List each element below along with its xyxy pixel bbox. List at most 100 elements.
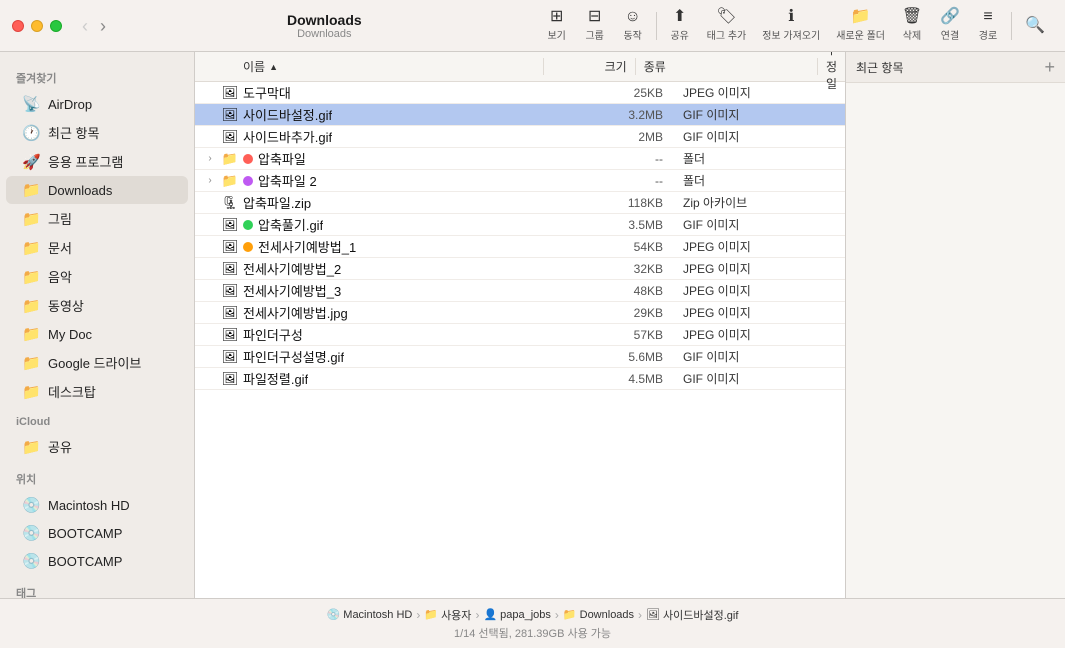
sidebar-item-apps[interactable]: 🚀 응용 프로그램 [6,147,188,176]
sidebar-item-macintosh[interactable]: 💿 Macintosh HD [6,491,188,519]
file-name: 파인더구성 [243,325,303,344]
new-folder-button[interactable]: 📁 새로운 폴더 [829,6,892,45]
table-row[interactable]: 🖼파인더구성설명.gif5.6MBGIF 이미지오늘 오전 5:31 [195,346,845,368]
breadcrumb-separator: › [475,608,479,622]
right-panel-add-button[interactable]: + [1044,58,1055,76]
back-button[interactable]: ‹ [78,15,92,37]
sidebar-item-mydoc[interactable]: 📁 My Doc [6,320,188,348]
right-panel-title: 최근 항목 [856,59,904,76]
tag-button[interactable]: 🏷 태그 추가 [700,6,754,45]
path-button[interactable]: ≡ 경로 [970,6,1006,45]
file-kind: JPEG 이미지 [675,304,845,321]
divider-2 [1011,12,1012,40]
file-name: 압축파일 [258,149,306,168]
file-kind: 폴더 [675,150,845,167]
minimize-button[interactable] [31,20,43,32]
expand-arrow[interactable]: › [203,153,217,164]
sidebar-item-downloads[interactable]: 📁 Downloads [6,176,188,204]
breadcrumb-item[interactable]: 📁Downloads [563,608,634,621]
sidebar-item-bootcamp1[interactable]: 💿 BOOTCAMP [6,519,188,547]
sidebar-item-music[interactable]: 📁 음악 [6,262,188,291]
link-button[interactable]: 🔗 연결 [932,6,968,45]
breadcrumb-item[interactable]: 🖼사이드바설정.gif [646,607,738,623]
sidebar-item-recents[interactable]: 🕐 최근 항목 [6,118,188,147]
file-size: 57KB [575,328,675,342]
sidebar-item-videos[interactable]: 📁 동영상 [6,291,188,320]
file-type-icon: 🖼 [222,239,238,255]
path-label: 경로 [979,27,997,42]
file-type-icon: 📁 [222,173,238,189]
forward-button[interactable]: › [96,15,110,37]
file-size: 25KB [575,86,675,100]
expand-arrow[interactable]: › [203,175,217,186]
file-kind: JPEG 이미지 [675,260,845,277]
breadcrumb-item[interactable]: 👤papa_jobs [483,608,550,621]
table-row[interactable]: 🖼전세사기예방법_154KBJPEG 이미지2023년 3월 17일 오전 11… [195,236,845,258]
view-button[interactable]: ⊞ 보기 [539,6,575,45]
col-kind-header[interactable]: 종류 [636,58,818,75]
file-name: 압축풀기.gif [258,215,323,234]
info-button[interactable]: ℹ 정보 가져오기 [755,6,827,45]
group-button[interactable]: ⊟ 그룹 [577,6,613,45]
sidebar-item-documents[interactable]: 📁 문서 [6,233,188,262]
tag-icon: 🏷 [716,9,736,25]
close-button[interactable] [12,20,24,32]
icloud-label: iCloud [0,406,194,432]
file-name: 파일정렬.gif [243,369,308,388]
new-folder-label: 새로운 폴더 [836,27,885,42]
breadcrumb-label: 사용자 [441,607,471,623]
sidebar-music-label: 음악 [48,267,72,286]
file-name: 사이드바추가.gif [243,127,332,146]
file-name: 전세사기예방법_3 [243,281,341,300]
breadcrumb-item[interactable]: 💿Macintosh HD [327,608,413,621]
breadcrumb-item[interactable]: 📁사용자 [424,607,471,623]
macintosh-icon: 💿 [22,496,40,514]
table-row[interactable]: 🖼전세사기예방법_348KBJPEG 이미지2023년 3월 17일 오후 12… [195,280,845,302]
window-title: Downloads [287,12,362,28]
table-row[interactable]: 🖼전세사기예방법.jpg29KBJPEG 이미지2023년 3월 17일 오전 … [195,302,845,324]
table-row[interactable]: 🗜압축파일.zip118KBZip 아카이브오늘 오전 4:58 [195,192,845,214]
maximize-button[interactable] [50,20,62,32]
sidebar-item-googledrive[interactable]: 📁 Google 드라이브 [6,348,188,377]
recents-icon: 🕐 [22,124,40,142]
file-size: 5.6MB [575,350,675,364]
toolbar-actions: ⊞ 보기 ⊟ 그룹 ☺ 동작 ⬆ 공유 🏷 태그 추가 ℹ 정보 가져오기 📁 … [539,6,1053,45]
table-row[interactable]: 🖼도구막대25KBJPEG 이미지오늘 오전 5:58 [195,82,845,104]
sidebar-item-icloud-share[interactable]: 📁 공유 [6,432,188,461]
col-size-header[interactable]: 크기 [544,58,636,75]
col-name-header[interactable]: 이름 ▲ [195,58,544,75]
file-kind: GIF 이미지 [675,106,845,123]
file-kind: JPEG 이미지 [675,282,845,299]
sidebar-item-drawings[interactable]: 📁 그림 [6,204,188,233]
file-type-icon: 🖼 [222,327,238,343]
delete-button[interactable]: 🗑 삭제 [894,6,930,45]
table-row[interactable]: ›📁압축파일 2--폴더오늘 오전 5:12 [195,170,845,192]
file-name: 전세사기예방법_2 [243,259,341,278]
sidebar-item-desktop[interactable]: 📁 데스크탑 [6,377,188,406]
file-kind: GIF 이미지 [675,348,845,365]
share-button[interactable]: ⬆ 공유 [662,6,698,45]
table-row[interactable]: ›📁압축파일--폴더오늘 오전 5:12 [195,148,845,170]
table-row[interactable]: 🖼사이드바설정.gif3.2MBGIF 이미지오늘 오전 5:50 [195,104,845,126]
sidebar-bootcamp1-label: BOOTCAMP [48,526,122,541]
search-button[interactable]: 🔍 [1017,15,1053,37]
sidebar-recents-label: 최근 항목 [48,123,99,142]
sidebar-item-bootcamp2[interactable]: 💿 BOOTCAMP [6,547,188,575]
table-row[interactable]: 🖼사이드바추가.gif2MBGIF 이미지오늘 오전 5:39 [195,126,845,148]
breadcrumb-separator: › [638,608,642,622]
table-row[interactable]: 🖼파인더구성57KBJPEG 이미지오늘 오전 5:24 [195,324,845,346]
action-button[interactable]: ☺ 동작 [615,6,651,45]
table-row[interactable]: 🖼전세사기예방법_232KBJPEG 이미지2023년 3월 17일 오후 12… [195,258,845,280]
file-kind: JPEG 이미지 [675,238,845,255]
sidebar-item-airdrop[interactable]: 📡 AirDrop [6,90,188,118]
file-type-icon: 🖼 [222,261,238,277]
sidebar-desktop-label: 데스크탑 [48,382,96,401]
color-dot [243,242,253,252]
nav-arrows: ‹ › [78,15,110,37]
table-row[interactable]: 🖼압축풀기.gif3.5MBGIF 이미지오늘 오전 5:13 [195,214,845,236]
status-text: 1/14 선택됨, 281.39GB 사용 가능 [454,625,611,641]
col-name-label: 이름 [243,58,265,75]
table-row[interactable]: 🖼파일정렬.gif4.5MBGIF 이미지오늘 오전 6:11 [195,368,845,390]
window-subtitle: Downloads [297,28,351,40]
file-type-icon: 🖼 [222,371,238,387]
